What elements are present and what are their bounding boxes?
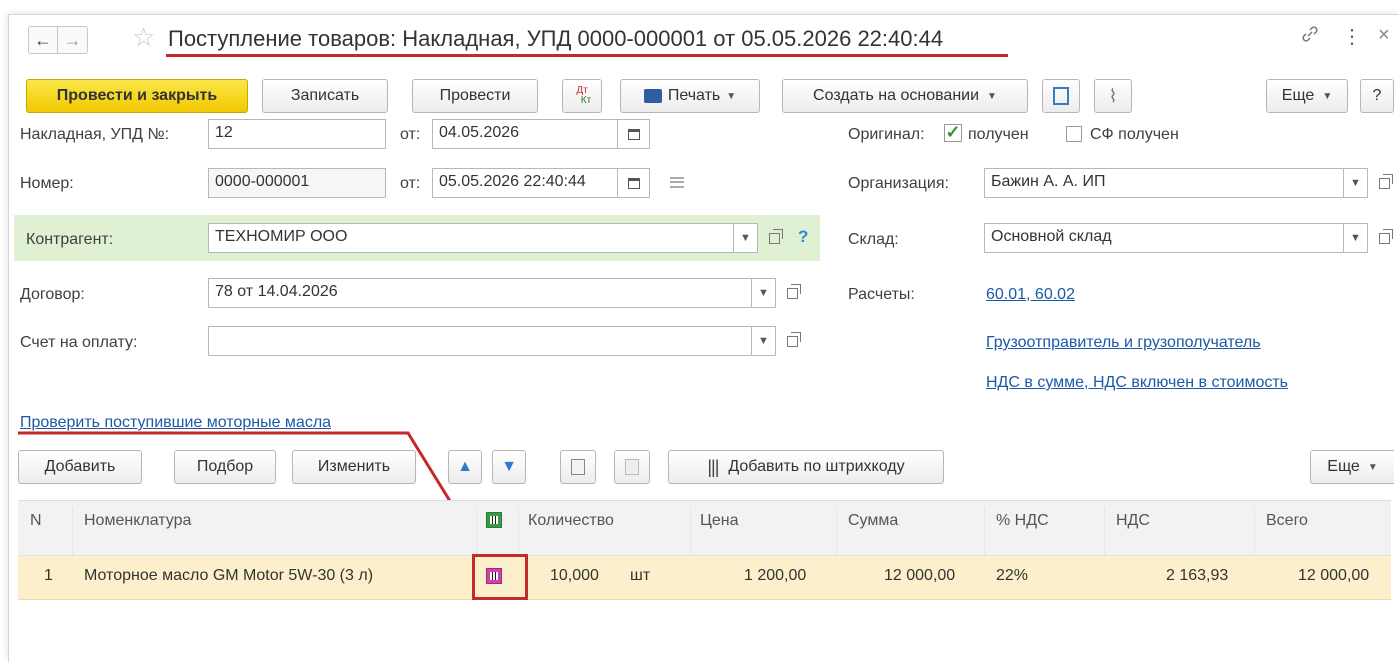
add-by-barcode-button[interactable]: ||| Добавить по штрихкоду (668, 450, 944, 484)
arrow-down-icon: ▼ (501, 458, 517, 475)
col-separator (72, 507, 73, 555)
col-separator (836, 507, 837, 555)
marking-icon (486, 512, 502, 528)
col-separator (1254, 507, 1255, 555)
chevron-down-icon: ▼ (1367, 461, 1378, 473)
row-sum[interactable]: 12 000,00 (884, 567, 955, 585)
col-total-header[interactable]: Всего (1266, 512, 1308, 530)
col-separator (984, 507, 985, 555)
col-item-header[interactable]: Номенклатура (84, 512, 191, 530)
change-button[interactable]: Изменить (292, 450, 416, 484)
row-vat[interactable]: 2 163,93 (1166, 567, 1228, 585)
table-more-button[interactable]: Еще ▼ (1310, 450, 1394, 484)
pick-button[interactable]: Подбор (174, 450, 276, 484)
col-separator (690, 507, 691, 555)
col-sum-header[interactable]: Сумма (848, 512, 898, 530)
row-unit: шт (630, 567, 651, 584)
col-vat-header[interactable]: НДС (1116, 512, 1150, 530)
move-down-button[interactable]: ▼ (492, 450, 526, 484)
col-separator (518, 507, 519, 555)
arrow-up-icon: ▲ (457, 458, 473, 475)
row-n: 1 (44, 567, 53, 584)
row-vat-pct[interactable]: 22% (996, 567, 1028, 585)
row-total[interactable]: 12 000,00 (1298, 567, 1369, 585)
move-up-button[interactable]: ▲ (448, 450, 482, 484)
row-item[interactable]: Моторное масло GM Motor 5W-30 (3 л) (84, 567, 373, 585)
col-separator (1104, 507, 1105, 555)
paste-icon (625, 459, 639, 475)
row-price[interactable]: 1 200,00 (744, 567, 806, 585)
copy-button[interactable] (560, 450, 596, 484)
col-n-header[interactable]: N (30, 512, 42, 530)
paste-button[interactable] (614, 450, 650, 484)
row-qty[interactable]: 10,000 (550, 567, 599, 585)
col-separator (476, 507, 477, 555)
barcode-icon: ||| (707, 456, 719, 477)
col-vat-pct-header[interactable]: % НДС (996, 512, 1049, 530)
copy-icon (571, 459, 585, 475)
col-price-header[interactable]: Цена (700, 512, 738, 530)
add-button[interactable]: Добавить (18, 450, 142, 484)
marking-highlight-box (472, 554, 528, 600)
col-qty-header[interactable]: Количество (528, 512, 614, 530)
